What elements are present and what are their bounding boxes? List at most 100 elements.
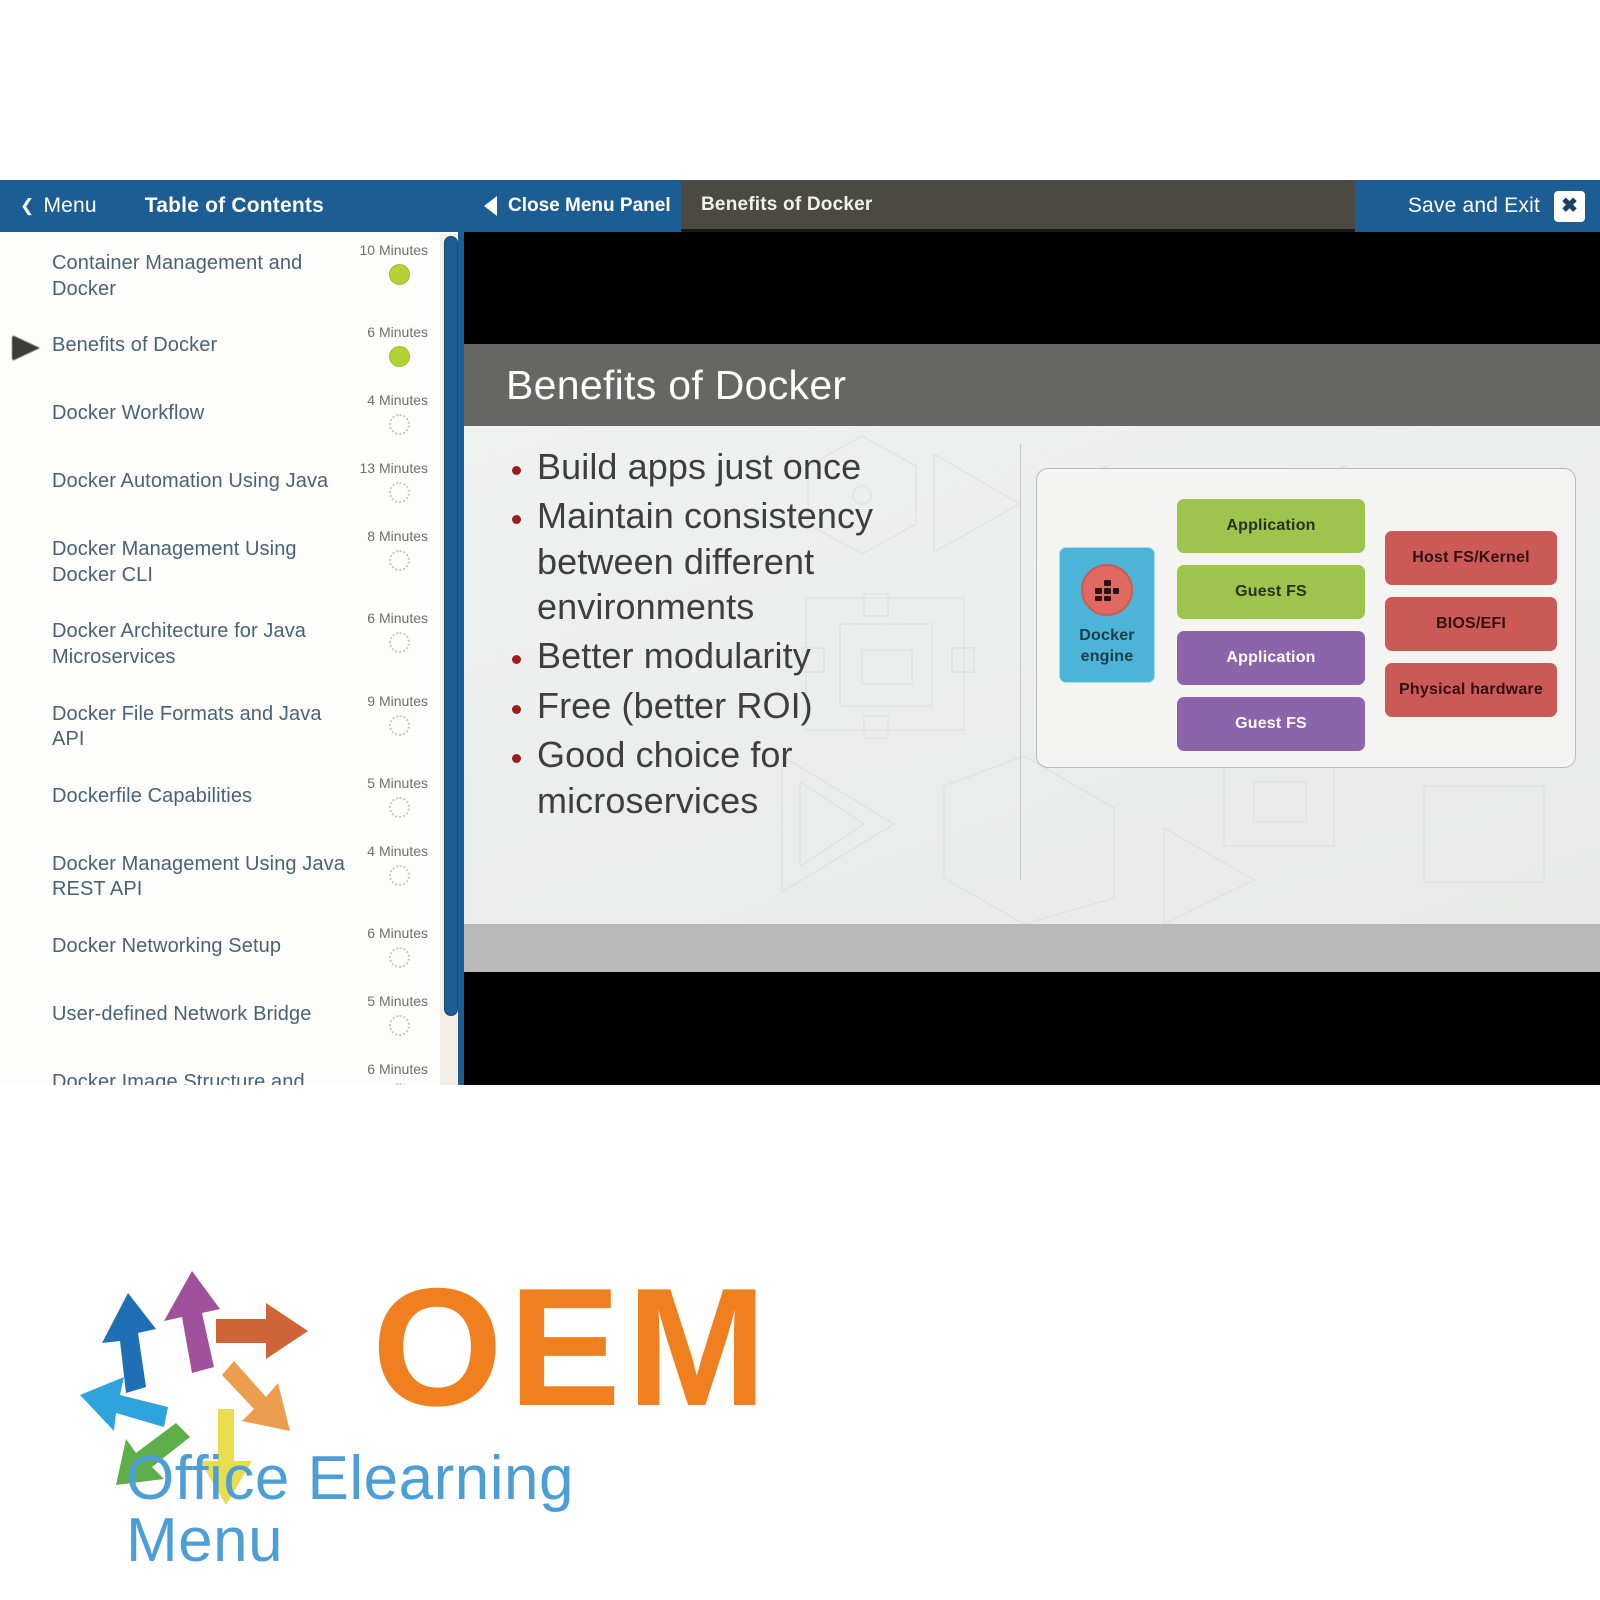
toc-item-meta: 9 Minutes xyxy=(332,693,428,736)
toc-item-duration: 13 Minutes xyxy=(359,460,428,477)
oem-wordmark: OEM xyxy=(372,1253,773,1441)
active-slide-tab-label: Benefits of Docker xyxy=(701,193,873,215)
bullet-dot-icon xyxy=(512,466,521,475)
toc-item-duration: 6 Minutes xyxy=(367,924,428,941)
slide-title-bar: Benefits of Docker xyxy=(464,344,1600,426)
close-icon[interactable]: ✖ xyxy=(1554,190,1585,222)
toc-item-meta: 6 Minutes xyxy=(332,925,428,968)
toc-item[interactable]: Docker Workflow 4 Minutes xyxy=(0,382,440,450)
status-incomplete-icon xyxy=(389,1082,410,1085)
toc-item-duration: 5 Minutes xyxy=(367,992,428,1009)
oem-tagline: Office Elearning Menu xyxy=(126,1444,574,1575)
toc-item-title: Docker Networking Setup xyxy=(52,934,282,957)
bullet-dot-icon xyxy=(512,754,521,764)
toc-item-meta: 6 Minutes xyxy=(332,610,428,654)
current-slide-marker-icon xyxy=(12,335,40,362)
toc-item[interactable]: Docker Networking Setup 6 Minutes xyxy=(0,915,440,983)
bullet-dot-icon xyxy=(512,515,521,525)
sidebar-scrollbar-thumb[interactable] xyxy=(444,236,458,1016)
toc-item-duration: 10 Minutes xyxy=(359,242,428,258)
toc-item[interactable]: Docker Automation Using Java 13 Minutes xyxy=(0,450,440,518)
slide-vertical-divider xyxy=(1020,444,1021,880)
slide-title: Benefits of Docker xyxy=(506,361,847,408)
triangle-left-icon xyxy=(484,196,497,216)
toc-item-title: Docker Architecture for Java Microservic… xyxy=(52,620,307,668)
active-slide-tab[interactable]: Benefits of Docker xyxy=(681,180,1355,232)
close-menu-panel-label: Close Menu Panel xyxy=(508,195,671,216)
diagram-box-bios-efi: BIOS/EFI xyxy=(1385,597,1557,651)
toc-item-meta: 5 Minutes xyxy=(332,775,428,818)
toc-item-duration: 4 Minutes xyxy=(367,842,428,859)
close-menu-panel-button[interactable]: Close Menu Panel xyxy=(484,180,671,232)
toc-item-meta: 6 Minutes xyxy=(332,324,428,368)
toc-item[interactable]: Docker Architecture for Java Microservic… xyxy=(0,600,440,682)
slide-bullet: Good choice for microservices xyxy=(504,732,1004,823)
bullet-dot-icon xyxy=(512,655,521,665)
toc-item-duration: 6 Minutes xyxy=(367,610,428,627)
slide-footer-bar xyxy=(464,924,1600,972)
slide-bullet: Maintain consistency between different e… xyxy=(504,493,1004,629)
status-incomplete-icon xyxy=(389,946,410,968)
slide-bullet-text: Build apps just once xyxy=(537,446,862,487)
status-complete-icon xyxy=(389,264,410,285)
toc-item-duration: 8 Minutes xyxy=(367,528,428,545)
diagram-box-guestfs-purple: Guest FS xyxy=(1177,697,1365,751)
table-of-contents-list[interactable]: Container Management and Docker 10 Minute… xyxy=(0,232,440,1085)
docker-engine-label-line2: engine xyxy=(1080,648,1134,665)
status-incomplete-icon xyxy=(389,550,410,572)
toc-item[interactable]: Docker Management Using Java REST API 4 M… xyxy=(0,833,440,915)
diagram-box-host-fs-kernel: Host FS/Kernel xyxy=(1385,531,1557,585)
toc-item-meta: 8 Minutes xyxy=(332,528,428,572)
toc-item[interactable]: Docker File Formats and Java API 9 Minute… xyxy=(0,683,440,765)
player-top-bar: ❮ Menu Table of Contents Close Menu Pane… xyxy=(0,180,1600,232)
toc-item[interactable]: Benefits of Docker 6 Minutes xyxy=(0,314,440,382)
slide-stage: Benefits of Docker Build apps just once … xyxy=(464,232,1600,1085)
toc-item[interactable]: Docker Management Using Docker CLI 8 Minu… xyxy=(0,518,440,600)
toc-item-meta: 6 Minutes xyxy=(332,1061,428,1085)
status-incomplete-icon xyxy=(389,864,410,886)
toc-item-title: User-defined Network Bridge xyxy=(52,1002,312,1025)
diagram-box-guestfs-green: Guest FS xyxy=(1177,565,1365,619)
status-incomplete-icon xyxy=(389,482,410,504)
slide-bullet-text: Maintain consistency between different e… xyxy=(537,495,874,628)
docker-engine-box: Docker engine xyxy=(1059,547,1155,683)
toc-item-meta: 13 Minutes xyxy=(332,460,428,504)
toc-item-title: Docker Image Structure and Layout xyxy=(52,1070,305,1085)
oem-logo: OEM Office Elearning Menu xyxy=(80,1255,767,1572)
slide-bullet-text: Better modularity xyxy=(537,635,811,677)
diagram-box-application-green: Application xyxy=(1177,499,1365,553)
bullet-dot-icon xyxy=(512,704,521,714)
status-incomplete-icon xyxy=(389,632,410,654)
toc-item-duration: 9 Minutes xyxy=(367,692,428,709)
slide-canvas: Benefits of Docker Build apps just once … xyxy=(464,344,1600,924)
docker-logo-icon xyxy=(1081,563,1133,616)
status-complete-icon xyxy=(389,346,410,368)
slide-body: Build apps just once Maintain consistency… xyxy=(464,426,1600,924)
toc-item[interactable]: Dockerfile Capabilities 5 Minutes xyxy=(0,765,440,833)
slide-bullet: Build apps just once xyxy=(504,444,1004,489)
toc-item-title: Benefits of Docker xyxy=(52,334,218,357)
table-of-contents-title: Table of Contents xyxy=(144,194,324,217)
toc-item-duration: 5 Minutes xyxy=(367,774,428,791)
status-incomplete-icon xyxy=(389,714,410,736)
chevron-left-icon: ❮ xyxy=(20,195,35,215)
toc-item-title: Docker Workflow xyxy=(52,402,205,425)
menu-button-label: Menu xyxy=(43,194,97,217)
toc-item-duration: 6 Minutes xyxy=(367,1060,428,1077)
status-incomplete-icon xyxy=(389,414,410,436)
menu-button[interactable]: ❮ Menu xyxy=(0,180,97,232)
toc-item-duration: 4 Minutes xyxy=(367,392,428,409)
course-player-window: ❮ Menu Table of Contents Close Menu Pane… xyxy=(0,180,1600,1085)
toc-item[interactable]: Container Management and Docker 10 Minute… xyxy=(0,232,440,314)
save-and-exit-button[interactable]: Save and Exit xyxy=(1408,194,1540,218)
toc-item-title: Docker Automation Using Java xyxy=(52,470,329,493)
toc-item[interactable]: User-defined Network Bridge 5 Minutes xyxy=(0,983,440,1051)
toc-item-meta: 4 Minutes xyxy=(332,843,428,886)
status-incomplete-icon xyxy=(389,796,410,818)
toc-item[interactable]: Docker Image Structure and Layout 6 Minut… xyxy=(0,1051,440,1085)
slide-bullet-list: Build apps just once Maintain consistency… xyxy=(504,444,1004,827)
slide-bullet: Free (better ROI) xyxy=(504,683,1004,728)
letterbox-bottom xyxy=(464,972,1600,1085)
letterbox-top xyxy=(464,232,1600,344)
save-and-exit-group: Save and Exit ✖ xyxy=(1408,180,1600,232)
